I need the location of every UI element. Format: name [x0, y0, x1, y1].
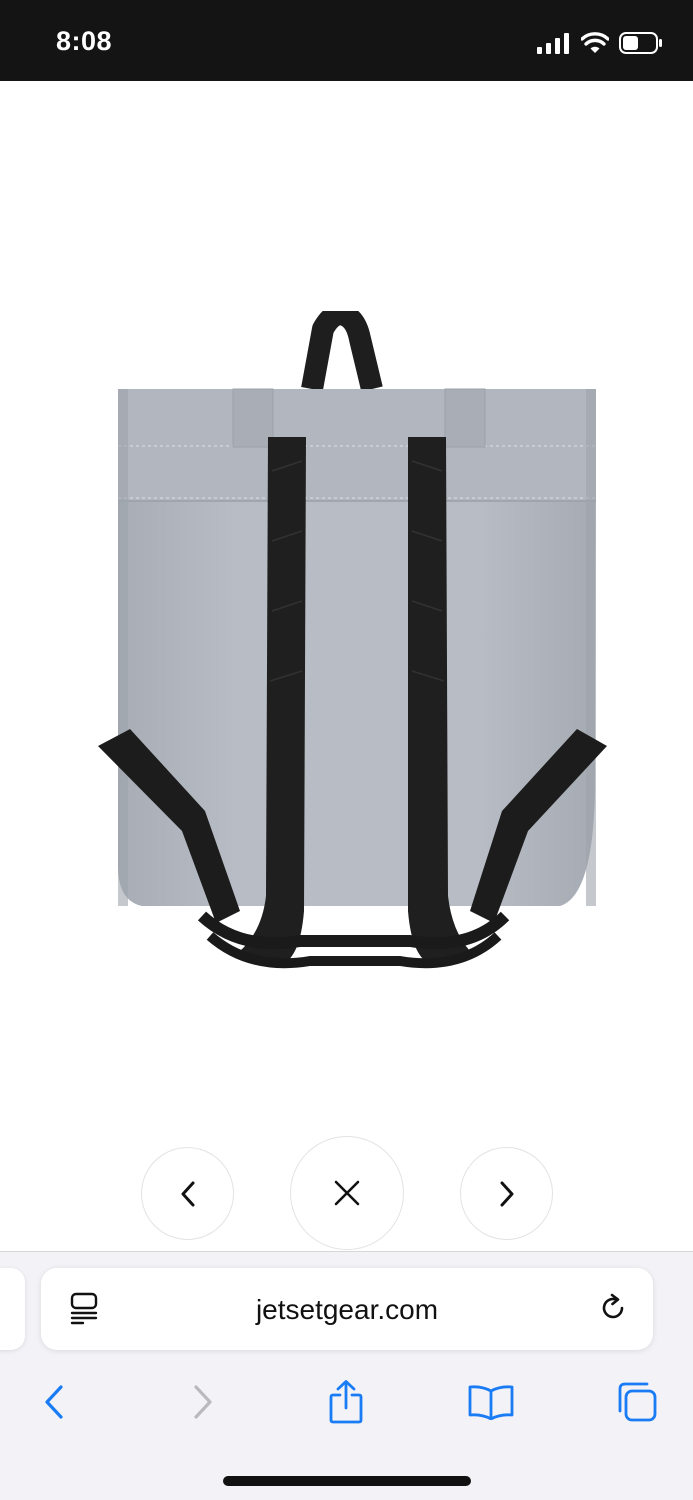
bookmarks-icon	[468, 1385, 514, 1420]
wifi-icon	[581, 32, 609, 53]
previous-tab-preview[interactable]	[0, 1268, 25, 1350]
tabs-icon	[618, 1382, 657, 1422]
browser-toolbar	[0, 1372, 693, 1432]
reload-icon[interactable]	[597, 1292, 629, 1324]
chevron-right-icon	[500, 1181, 513, 1206]
forward-icon	[194, 1385, 212, 1419]
back-button[interactable]	[24, 1372, 84, 1432]
status-icons	[537, 30, 663, 56]
backpack-image	[98, 311, 607, 969]
address-bar[interactable]: jetsetgear.com	[41, 1268, 653, 1350]
tabs-button[interactable]	[607, 1372, 667, 1432]
bookmarks-button[interactable]	[461, 1372, 521, 1432]
close-icon	[334, 1180, 360, 1206]
home-indicator	[223, 1476, 471, 1486]
back-icon	[45, 1385, 63, 1419]
url-text[interactable]: jetsetgear.com	[41, 1294, 653, 1326]
cellular-signal-icon	[537, 33, 569, 54]
status-bar: 8:08	[0, 0, 693, 81]
share-icon	[329, 1380, 363, 1424]
battery-icon	[619, 32, 662, 54]
forward-button[interactable]	[173, 1372, 233, 1432]
close-gallery-button[interactable]	[290, 1136, 404, 1250]
chevron-left-icon	[181, 1181, 194, 1206]
next-image-button[interactable]	[460, 1147, 553, 1240]
previous-image-button[interactable]	[141, 1147, 234, 1240]
status-time: 8:08	[56, 26, 113, 56]
product-image-viewer	[0, 81, 693, 1251]
share-button[interactable]	[316, 1372, 376, 1432]
browser-bottom-bar: jetsetgear.com	[0, 1251, 693, 1500]
